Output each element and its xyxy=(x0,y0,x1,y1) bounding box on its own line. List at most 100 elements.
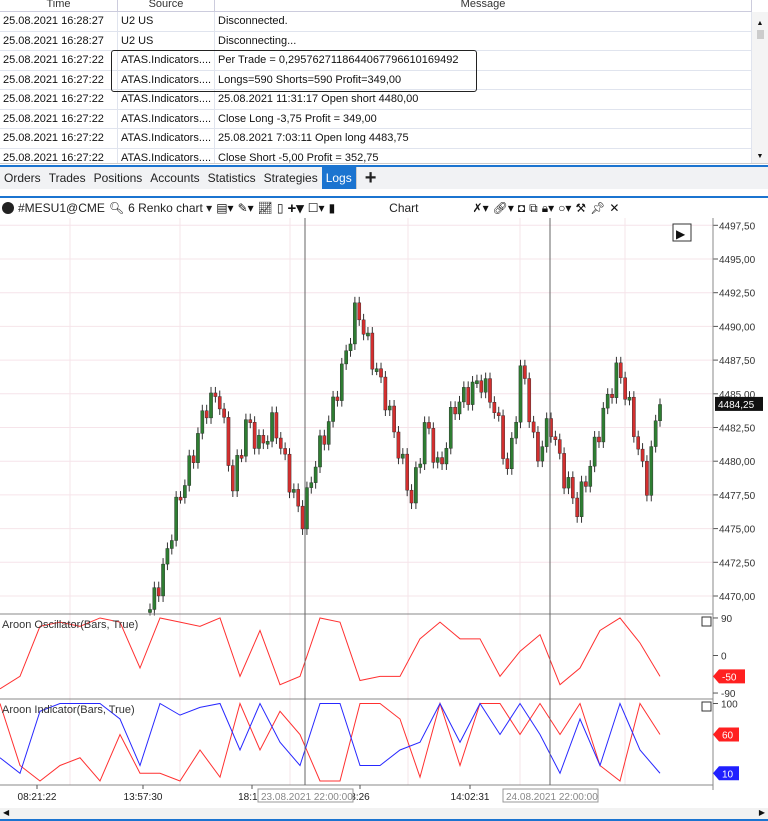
price-tick-label: 4475,00 xyxy=(719,525,756,536)
price-tick-label: 4470,00 xyxy=(719,592,756,603)
table-row[interactable]: 25.08.2021 16:27:22 ATAS.Indicators.... Cl… xyxy=(0,109,752,129)
column-header-time[interactable]: Time xyxy=(0,0,118,11)
table-row[interactable]: 25.08.2021 16:27:22 ATAS.Indicators.... Cl… xyxy=(0,148,752,163)
chart-type-dropdown[interactable]: 6 Renko chart ▾ xyxy=(128,201,212,215)
column-header-source[interactable]: Source xyxy=(118,0,215,11)
chart-toolbar: #MESU1@CME 🔍︎ 6 Renko chart ▾ ▤▾ ✎▾ 📈︎ ▯… xyxy=(0,196,768,218)
close-pane-icon[interactable] xyxy=(701,616,712,627)
candle xyxy=(557,439,562,454)
candle xyxy=(392,405,396,433)
crosshair-icon[interactable]: +▾ xyxy=(287,199,303,217)
panel-icon[interactable]: ▮ xyxy=(329,201,336,215)
lock-icon[interactable]: 🔒︎▾ xyxy=(542,201,554,216)
tab-strategies[interactable]: Strategies xyxy=(260,167,322,189)
candle xyxy=(414,467,418,504)
candle xyxy=(610,394,614,398)
phone-icon[interactable]: ▯ xyxy=(277,201,284,215)
cell-message: Disconnecting... xyxy=(215,31,752,50)
candle xyxy=(348,343,353,351)
candle xyxy=(514,421,518,439)
candle xyxy=(627,396,632,401)
cell-source: ATAS.Indicators.... xyxy=(118,90,215,109)
candle xyxy=(331,396,335,422)
table-row[interactable]: 25.08.2021 16:28:27 U2 US Disconnecting... xyxy=(0,31,752,51)
candle xyxy=(453,407,457,415)
candle xyxy=(566,477,571,489)
candle xyxy=(169,540,174,549)
aroon-value-label: 60 xyxy=(722,731,734,742)
candle xyxy=(509,437,514,470)
close-icon[interactable]: ✕ xyxy=(609,201,619,215)
candle xyxy=(379,368,383,378)
close-pane-icon[interactable] xyxy=(701,701,712,712)
scroll-up-icon[interactable]: ▲ xyxy=(752,20,768,27)
tab-positions[interactable]: Positions xyxy=(90,167,147,189)
chart-title: Chart xyxy=(389,201,419,215)
column-header-message[interactable]: Message xyxy=(215,0,752,11)
table-row[interactable]: 25.08.2021 16:27:22 ATAS.Indicators.... 25… xyxy=(0,129,752,149)
candle xyxy=(300,505,305,530)
price-tick-label: 4482,50 xyxy=(719,424,756,435)
pin-icon[interactable]: 📌︎ xyxy=(590,201,605,215)
scroll-down-icon[interactable]: ▼ xyxy=(752,153,768,160)
scroll-left-icon[interactable]: ◀ xyxy=(3,808,9,817)
tab-bar: Orders Trades Positions Accounts Statistics S… xyxy=(0,165,768,189)
candle xyxy=(405,453,409,491)
candle xyxy=(531,421,536,433)
template-icon[interactable]: ▤▾ xyxy=(216,201,233,215)
tools-icon[interactable]: ⚒ xyxy=(575,201,586,215)
circle-icon[interactable]: ○▾ xyxy=(558,201,571,215)
cell-message: Close Long -3,75 Profit = 349,00 xyxy=(215,109,752,128)
cell-message: Disconnected. xyxy=(215,12,752,31)
oscillator-value-label: -50 xyxy=(722,672,737,683)
candle xyxy=(527,378,532,423)
cursor-icon[interactable]: ✗▾ xyxy=(473,201,489,215)
price-tick-label: 4492,50 xyxy=(719,289,756,300)
candle xyxy=(601,407,606,443)
window-icon[interactable]: ☐▾ xyxy=(308,201,325,215)
candle xyxy=(653,420,658,447)
scroll-right-icon[interactable]: ▶ xyxy=(759,808,765,817)
candle xyxy=(366,332,370,337)
atas-logo-icon[interactable] xyxy=(2,202,14,214)
cell-time: 25.08.2021 16:27:22 xyxy=(0,90,118,109)
chart-area[interactable]: 4497,504495,004492,504490,004487,504485,… xyxy=(0,218,768,808)
search-icon[interactable]: 🔍︎ xyxy=(109,201,124,215)
vertical-scrollbar[interactable]: ▲ ▼ xyxy=(752,12,768,163)
instrument-selector[interactable]: #MESU1@CME xyxy=(18,201,105,215)
pencil-icon[interactable]: ✎▾ xyxy=(238,201,254,215)
scroll-thumb[interactable] xyxy=(756,30,764,39)
candle xyxy=(466,387,471,405)
add-tab-button[interactable]: + xyxy=(355,167,385,189)
tab-accounts[interactable]: Accounts xyxy=(146,167,203,189)
candle xyxy=(183,485,187,498)
candle xyxy=(357,302,362,321)
candle xyxy=(553,436,558,440)
tab-statistics[interactable]: Statistics xyxy=(204,167,260,189)
candle xyxy=(339,363,344,401)
candle xyxy=(544,418,549,447)
candle xyxy=(505,458,510,470)
candle xyxy=(361,319,366,335)
table-row[interactable]: 25.08.2021 16:27:22 ATAS.Indicators.... 25… xyxy=(0,90,752,110)
logs-table: Time Source Message 25.08.2021 16:28:27 U… xyxy=(0,0,768,164)
cell-time: 25.08.2021 16:27:22 xyxy=(0,148,118,163)
cell-message: Close Short -5,00 Profit = 352,75 xyxy=(215,148,752,163)
cell-message: 25.08.2021 7:03:11 Open long 4483,75 xyxy=(215,129,752,148)
horizontal-scrollbar[interactable]: ◀ ▶ xyxy=(0,808,768,821)
candle xyxy=(252,422,257,449)
candle xyxy=(305,487,309,530)
indicators-icon[interactable]: 📈︎ xyxy=(258,201,273,215)
candle xyxy=(640,448,645,462)
tab-trades[interactable]: Trades xyxy=(45,167,90,189)
candle xyxy=(344,350,348,365)
oscillator-tick-label: 0 xyxy=(721,652,727,663)
table-row[interactable]: 25.08.2021 16:28:27 U2 US Disconnected. xyxy=(0,12,752,32)
tab-orders[interactable]: Orders xyxy=(0,167,45,189)
camera-icon[interactable]: ◘ xyxy=(518,201,525,215)
tab-logs[interactable]: Logs xyxy=(321,167,356,189)
candle xyxy=(178,496,183,501)
candle xyxy=(536,431,540,462)
copy-icon[interactable]: ⧉ xyxy=(529,201,538,216)
link-icon[interactable]: 🔗︎▾ xyxy=(493,201,514,215)
